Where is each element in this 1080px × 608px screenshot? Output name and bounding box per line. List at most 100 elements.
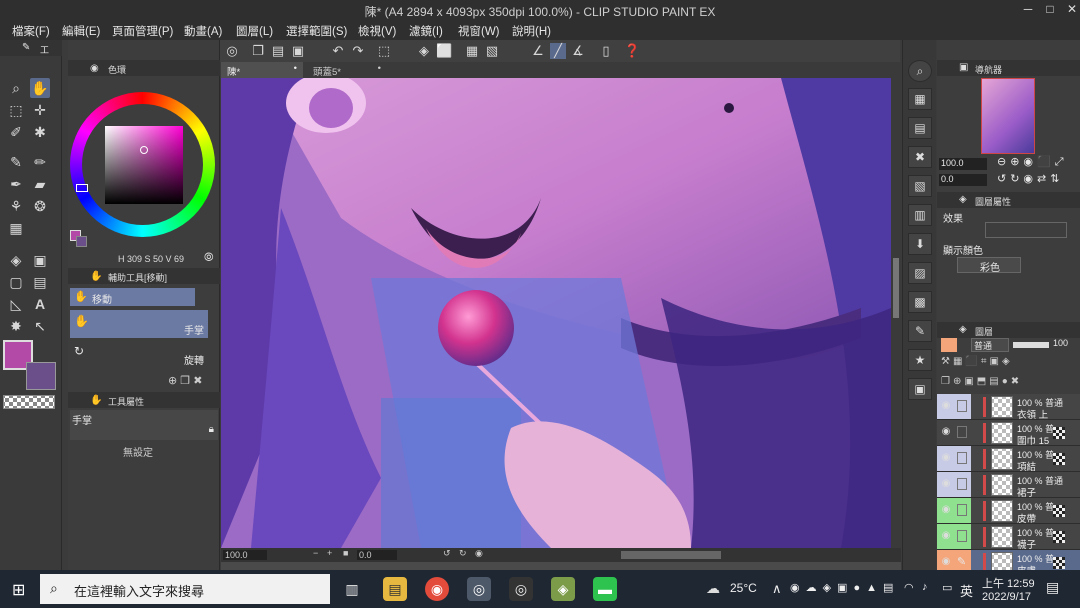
minimize-button[interactable]: ─ xyxy=(1018,2,1038,16)
figure-icon[interactable]: ▢ xyxy=(6,272,26,292)
menu-selection[interactable]: 選擇範圍(S) xyxy=(286,23,347,39)
canvas-scrollbar-thumb[interactable] xyxy=(893,258,899,318)
menu-edit[interactable]: 編輯(E) xyxy=(62,23,100,39)
close-panel-icon[interactable]: ✖ xyxy=(908,146,932,168)
undo-icon[interactable]: ↶ xyxy=(330,43,346,59)
eye-icon[interactable]: ◉ xyxy=(939,426,953,440)
drawing-canvas[interactable] xyxy=(221,78,891,548)
angle-readout[interactable]: 0.0 xyxy=(357,550,397,560)
lock-checkbox[interactable] xyxy=(957,426,967,438)
rect-select-icon[interactable]: ⬚ xyxy=(6,100,26,120)
save-file-icon[interactable]: ▣ xyxy=(290,43,306,59)
snap-grid-icon[interactable]: ∡ xyxy=(570,43,586,59)
tab-document-1[interactable]: 陳* • xyxy=(221,62,303,78)
sub-color-swatch[interactable] xyxy=(26,362,56,390)
layer-toolbar-2[interactable]: ❐⊕▣⬒▤●✖ xyxy=(941,376,1077,390)
canvas-scrollbar-vertical[interactable] xyxy=(891,78,901,548)
fill-icon[interactable]: ◈ xyxy=(6,250,26,270)
chrome-icon[interactable]: ◉ xyxy=(425,577,449,601)
ime-indicator[interactable]: 英 xyxy=(960,581,973,600)
eye-icon[interactable]: ◉ xyxy=(939,556,953,570)
clip-studio-icon[interactable]: ◎ xyxy=(224,43,240,59)
layer-row[interactable]: ◉ 100 % 普 圍巾 15 xyxy=(937,420,1080,447)
weather-temp[interactable]: 25°C xyxy=(730,581,757,595)
lock-checkbox[interactable] xyxy=(957,504,967,516)
arrow-down-icon[interactable]: ⬇ xyxy=(908,233,932,255)
panel-icon[interactable]: ▤ xyxy=(30,272,50,292)
rotate-left-icon[interactable]: ↺ xyxy=(443,548,451,559)
tab-close-icon[interactable]: • xyxy=(378,63,381,74)
tab-close-icon[interactable]: • xyxy=(294,63,297,74)
snap-ruler-icon[interactable]: ∠ xyxy=(530,43,546,59)
tray-icons[interactable]: ◉☁◈▣●▲▤ xyxy=(790,581,899,594)
color-settings-icon[interactable]: ⦾ xyxy=(204,250,214,265)
zoom-readout[interactable]: 100.0 xyxy=(223,550,267,560)
open-file-icon[interactable]: ▤ xyxy=(270,43,286,59)
snap-special-ruler-icon[interactable]: ╱ xyxy=(550,43,566,59)
transform-icon[interactable]: ⬜ xyxy=(436,43,452,59)
menu-filter[interactable]: 濾鏡(I) xyxy=(409,23,443,39)
line-icon[interactable]: ▬ xyxy=(593,577,617,601)
pencil-icon[interactable]: ✏ xyxy=(30,152,50,172)
decoration-icon[interactable]: ✸ xyxy=(6,316,26,336)
menu-page[interactable]: 頁面管理(P) xyxy=(112,23,173,39)
create-subtool-icon[interactable]: ⊕ xyxy=(168,375,177,387)
transparent-color-swatch[interactable] xyxy=(3,395,55,409)
deselect-icon[interactable]: ⬚ xyxy=(376,43,392,59)
shirt-icon[interactable]: ▩ xyxy=(908,291,932,313)
zoom-in-icon[interactable]: + xyxy=(327,548,332,558)
eye-icon[interactable]: ◉ xyxy=(939,452,953,466)
grid-icon[interactable]: ▦ xyxy=(464,43,480,59)
help-icon[interactable]: ❓ xyxy=(624,43,640,59)
ruler-toggle-icon[interactable]: ▧ xyxy=(484,43,500,59)
lock-checkbox[interactable] xyxy=(957,400,967,412)
reset-rotation-icon[interactable]: ◉ xyxy=(475,548,483,559)
small-sub-color[interactable] xyxy=(76,236,87,247)
lock-checkbox[interactable] xyxy=(957,478,967,490)
navigator-zoom-buttons[interactable]: ⊖⊕◉⬛⤢ xyxy=(997,155,1068,169)
maximize-button[interactable]: □ xyxy=(1040,2,1060,16)
duplicate-subtool-icon[interactable]: ❐ xyxy=(180,375,190,387)
app-icon[interactable]: ◈ xyxy=(551,577,575,601)
battery-icon[interactable]: ▭ xyxy=(942,581,952,594)
blend-icon[interactable]: ⚘ xyxy=(6,196,26,216)
fit-icon[interactable]: ■ xyxy=(343,548,348,558)
navigator-rotate-buttons[interactable]: ↺↻◉⇄⇅ xyxy=(997,172,1063,185)
display-color-select[interactable]: 彩色 xyxy=(957,257,1021,274)
frames-icon[interactable]: ▥ xyxy=(908,204,932,226)
clip-studio-icon[interactable]: ◎ xyxy=(509,577,533,601)
small-color-swatch[interactable] xyxy=(70,230,87,247)
navigator-preview[interactable] xyxy=(981,78,1035,154)
notification-icon[interactable]: ▤ xyxy=(1046,579,1059,596)
tray-chevron-icon[interactable]: ∧ xyxy=(772,581,782,597)
search-layer-icon[interactable]: ⌕ xyxy=(908,60,932,82)
material-icon[interactable]: ▦ xyxy=(908,88,932,110)
volume-icon[interactable]: ♪ xyxy=(922,581,928,593)
layer-toolbar-1[interactable]: ⚒▦⬛⌗▣◈ xyxy=(941,356,1077,370)
clock-time[interactable]: 上午 12:59 xyxy=(982,575,1035,591)
close-button[interactable]: ✕ xyxy=(1062,2,1080,16)
color-wheel[interactable] xyxy=(70,90,218,240)
lock-checkbox[interactable] xyxy=(957,530,967,542)
effect-buttons[interactable] xyxy=(985,222,1067,238)
navigator-zoom-field[interactable]: 100.0 xyxy=(939,158,987,170)
subtool-group-move[interactable]: ✋ 移動 xyxy=(70,288,195,306)
eye-icon[interactable]: ◉ xyxy=(939,530,953,544)
navigator-angle-field[interactable]: 0.0 xyxy=(939,174,987,186)
brush-icon[interactable]: ✒ xyxy=(6,174,26,194)
layer-color-swatch[interactable] xyxy=(941,338,957,352)
redo-icon[interactable]: ↷ xyxy=(350,43,366,59)
menu-file[interactable]: 檔案(F) xyxy=(12,23,50,39)
file-explorer-icon[interactable]: ▤ xyxy=(383,577,407,601)
rotate-right-icon[interactable]: ↻ xyxy=(459,548,467,559)
material-2-icon[interactable]: ▤ xyxy=(908,117,932,139)
menu-help[interactable]: 說明(H) xyxy=(512,23,551,39)
airbrush-icon[interactable]: ❂ xyxy=(30,196,50,216)
eye-icon[interactable]: ◉ xyxy=(939,504,953,518)
lock-icon[interactable]: 🔒︎ xyxy=(209,424,214,435)
pen-icon[interactable]: ✎ xyxy=(6,152,26,172)
wifi-icon[interactable]: ◠ xyxy=(904,581,914,594)
clip-studio-paint-icon[interactable]: ◎ xyxy=(467,577,491,601)
grid-material-icon[interactable]: ▧ xyxy=(908,175,932,197)
eraser-icon[interactable]: ▰ xyxy=(30,174,50,194)
